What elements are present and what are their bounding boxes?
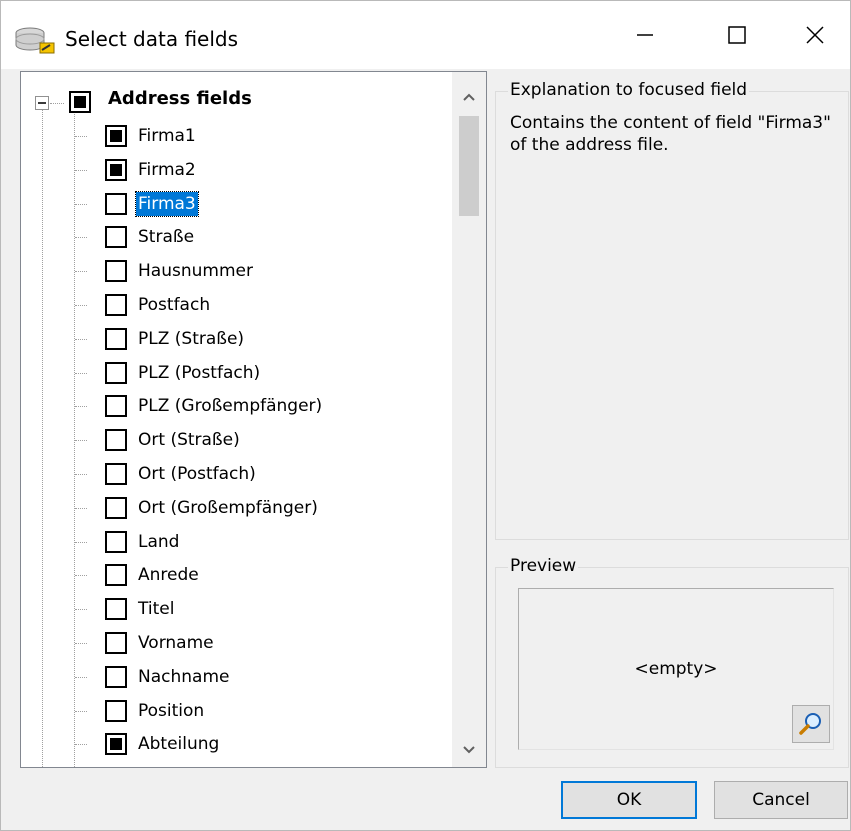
window-title: Select data fields xyxy=(65,27,239,51)
tree-guide-line xyxy=(75,203,87,205)
field-tree[interactable]: Address fields Firma1 Firma2 Firma3 Straße H… xyxy=(20,71,487,768)
tree-guide-line xyxy=(75,338,87,340)
field-checkbox[interactable] xyxy=(105,496,127,519)
cancel-button[interactable]: Cancel xyxy=(714,781,848,819)
field-checkbox[interactable] xyxy=(105,125,127,147)
field-label[interactable]: Ort (Großempfänger) xyxy=(136,496,320,520)
explanation-group: Explanation to focused field Contains th… xyxy=(495,80,849,540)
field-checkbox[interactable] xyxy=(105,665,127,688)
field-label[interactable]: PLZ (Großempfänger) xyxy=(136,394,324,418)
magnifier-icon xyxy=(799,713,821,735)
tree-guide-line xyxy=(75,474,87,475)
explanation-text: Contains the content of field "Firma3" o… xyxy=(510,113,831,155)
field-checkbox[interactable] xyxy=(105,767,127,768)
tree-guide-line xyxy=(75,406,87,408)
tree-guide-line xyxy=(75,440,87,442)
field-label[interactable]: Ort (Postfach) xyxy=(136,462,258,486)
database-edit-icon xyxy=(15,27,55,54)
field-label[interactable]: Titel xyxy=(136,597,176,621)
tree-guide-line xyxy=(50,103,64,104)
tree-guide-line xyxy=(74,110,75,767)
field-label[interactable]: Firma1 xyxy=(136,124,198,148)
field-label[interactable]: Anrede xyxy=(136,563,201,587)
field-label[interactable]: Hausnummer xyxy=(136,259,255,283)
field-label[interactable]: Straße xyxy=(136,225,196,249)
checkbox-address-fields[interactable] xyxy=(69,91,91,113)
field-label[interactable]: Firma3 xyxy=(135,190,199,217)
field-label[interactable]: Ort (Straße) xyxy=(136,428,242,452)
title-bar: Select data fields xyxy=(1,1,850,69)
field-checkbox[interactable] xyxy=(105,395,127,418)
ok-button[interactable]: OK xyxy=(561,781,697,819)
field-label[interactable]: PLZ (Postfach) xyxy=(136,361,262,385)
field-checkbox[interactable] xyxy=(105,327,127,350)
tree-guide-line xyxy=(75,237,87,239)
minimize-button[interactable] xyxy=(599,1,691,69)
scroll-up-button[interactable] xyxy=(452,80,486,114)
preview-title: Preview xyxy=(508,556,579,576)
tree-guide-line xyxy=(75,710,87,712)
field-checkbox[interactable] xyxy=(105,294,127,316)
field-checkbox[interactable] xyxy=(105,192,127,215)
close-icon xyxy=(806,26,824,44)
field-checkbox[interactable] xyxy=(105,699,127,722)
field-checkbox[interactable] xyxy=(105,429,127,452)
minimize-icon xyxy=(637,34,653,36)
field-checkbox[interactable] xyxy=(105,564,127,587)
scroll-thumb[interactable] xyxy=(459,116,479,216)
tree-guide-line xyxy=(75,643,87,644)
field-label[interactable]: Nachname xyxy=(136,665,231,689)
field-checkbox[interactable] xyxy=(105,226,127,249)
field-checkbox[interactable] xyxy=(105,530,127,553)
scroll-down-button[interactable] xyxy=(452,733,486,767)
tree-guide-line xyxy=(75,744,87,746)
field-checkbox[interactable] xyxy=(105,632,127,654)
field-label[interactable]: Firma2 xyxy=(136,158,198,182)
field-label[interactable]: Position xyxy=(136,699,206,723)
explanation-title: Explanation to focused field xyxy=(508,80,750,100)
tree-guide-line xyxy=(75,575,87,577)
tree-guide-line xyxy=(75,541,87,543)
chevron-down-icon xyxy=(463,746,475,754)
field-checkbox[interactable] xyxy=(105,158,127,181)
preview-group: Preview <empty> xyxy=(495,556,849,768)
field-label[interactable]: PLZ (Straße) xyxy=(136,327,246,351)
field-label[interactable]: Abteilung xyxy=(136,732,221,756)
vertical-scrollbar[interactable] xyxy=(452,72,486,767)
field-label[interactable]: Vorname xyxy=(136,631,216,655)
collapse-toggle[interactable] xyxy=(35,96,49,110)
maximize-icon xyxy=(728,26,746,44)
chevron-up-icon xyxy=(463,93,475,101)
tree-guide-line xyxy=(75,372,87,374)
field-checkbox[interactable] xyxy=(105,260,127,283)
preview-box: <empty> xyxy=(518,588,834,750)
field-checkbox[interactable] xyxy=(105,361,127,384)
zoom-preview-button[interactable] xyxy=(792,705,830,743)
field-checkbox[interactable] xyxy=(105,733,127,756)
tree-guide-line xyxy=(75,676,87,678)
tree-guide-line xyxy=(75,136,87,137)
tree-guide-line xyxy=(75,507,87,509)
tree-guide-line xyxy=(75,609,87,611)
field-checkbox[interactable] xyxy=(105,598,127,621)
select-data-fields-dialog: Select data fields Address fields Firma1… xyxy=(0,0,851,831)
field-label[interactable]: Postfach xyxy=(136,293,212,317)
preview-value: <empty> xyxy=(634,659,718,679)
tree-root-label[interactable]: Address fields xyxy=(106,87,254,111)
tree-guide-line xyxy=(42,110,43,767)
tree-guide-line xyxy=(75,305,87,306)
field-checkbox[interactable] xyxy=(105,463,127,485)
tree-guide-line xyxy=(75,169,87,171)
field-label[interactable]: Land xyxy=(136,530,181,554)
close-button[interactable] xyxy=(769,1,851,69)
tree-guide-line xyxy=(75,271,87,273)
